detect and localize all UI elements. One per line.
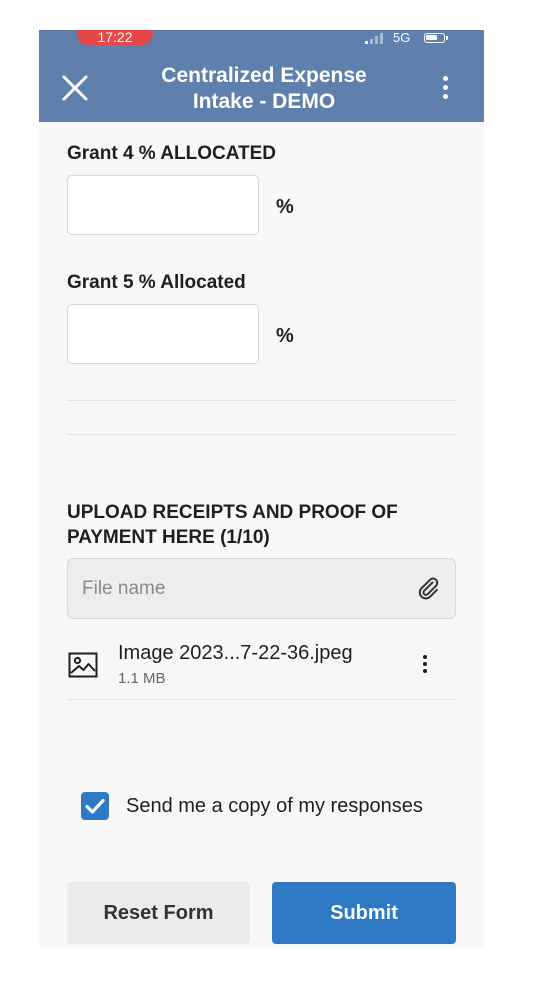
upload-label-line1: UPLOAD RECEIPTS AND PROOF OF bbox=[67, 502, 398, 523]
signal-icon bbox=[365, 32, 385, 44]
divider bbox=[67, 400, 456, 401]
checkmark-icon bbox=[85, 798, 105, 814]
page-title: Centralized Expense Intake - DEMO bbox=[119, 63, 409, 115]
grant5-input[interactable] bbox=[67, 304, 259, 364]
phone-screen: 17:22 5G Centralized Expense Intake - DE… bbox=[39, 30, 484, 948]
battery-icon bbox=[424, 33, 448, 43]
divider bbox=[67, 699, 456, 700]
file-more-options-icon[interactable] bbox=[417, 655, 433, 677]
grant4-label: Grant 4 % ALLOCATED bbox=[67, 143, 277, 164]
grant4-input[interactable] bbox=[67, 175, 259, 235]
file-name-placeholder: File name bbox=[82, 578, 166, 599]
close-icon[interactable] bbox=[59, 72, 91, 104]
page-title-line2: Intake - DEMO bbox=[192, 90, 336, 113]
upload-label: UPLOAD RECEIPTS AND PROOF OF PAYMENT HER… bbox=[67, 500, 447, 550]
app-header: Centralized Expense Intake - DEMO bbox=[39, 46, 484, 122]
file-upload-field[interactable]: File name bbox=[67, 558, 456, 619]
page-title-line1: Centralized Expense bbox=[161, 64, 367, 87]
send-copy-checkbox[interactable] bbox=[81, 792, 109, 820]
send-copy-label: Send me a copy of my responses bbox=[126, 795, 423, 817]
status-clock: 17:22 bbox=[77, 30, 153, 45]
grant4-percent-suffix: % bbox=[276, 196, 294, 218]
grant5-label: Grant 5 % Allocated bbox=[67, 272, 246, 293]
network-type: 5G bbox=[393, 30, 411, 45]
uploaded-file-size: 1.1 MB bbox=[118, 670, 166, 687]
submit-button[interactable]: Submit bbox=[272, 882, 456, 944]
divider bbox=[67, 434, 456, 435]
reset-form-button[interactable]: Reset Form bbox=[67, 882, 250, 944]
uploaded-file-name[interactable]: Image 2023...7-22-36.jpeg bbox=[118, 642, 353, 665]
more-options-icon[interactable] bbox=[435, 76, 455, 108]
grant5-percent-suffix: % bbox=[276, 325, 294, 347]
status-bar: 17:22 5G bbox=[39, 30, 484, 46]
paperclip-icon[interactable] bbox=[416, 576, 442, 602]
image-icon bbox=[68, 652, 98, 678]
upload-label-line2: PAYMENT HERE (1/10) bbox=[67, 527, 270, 548]
